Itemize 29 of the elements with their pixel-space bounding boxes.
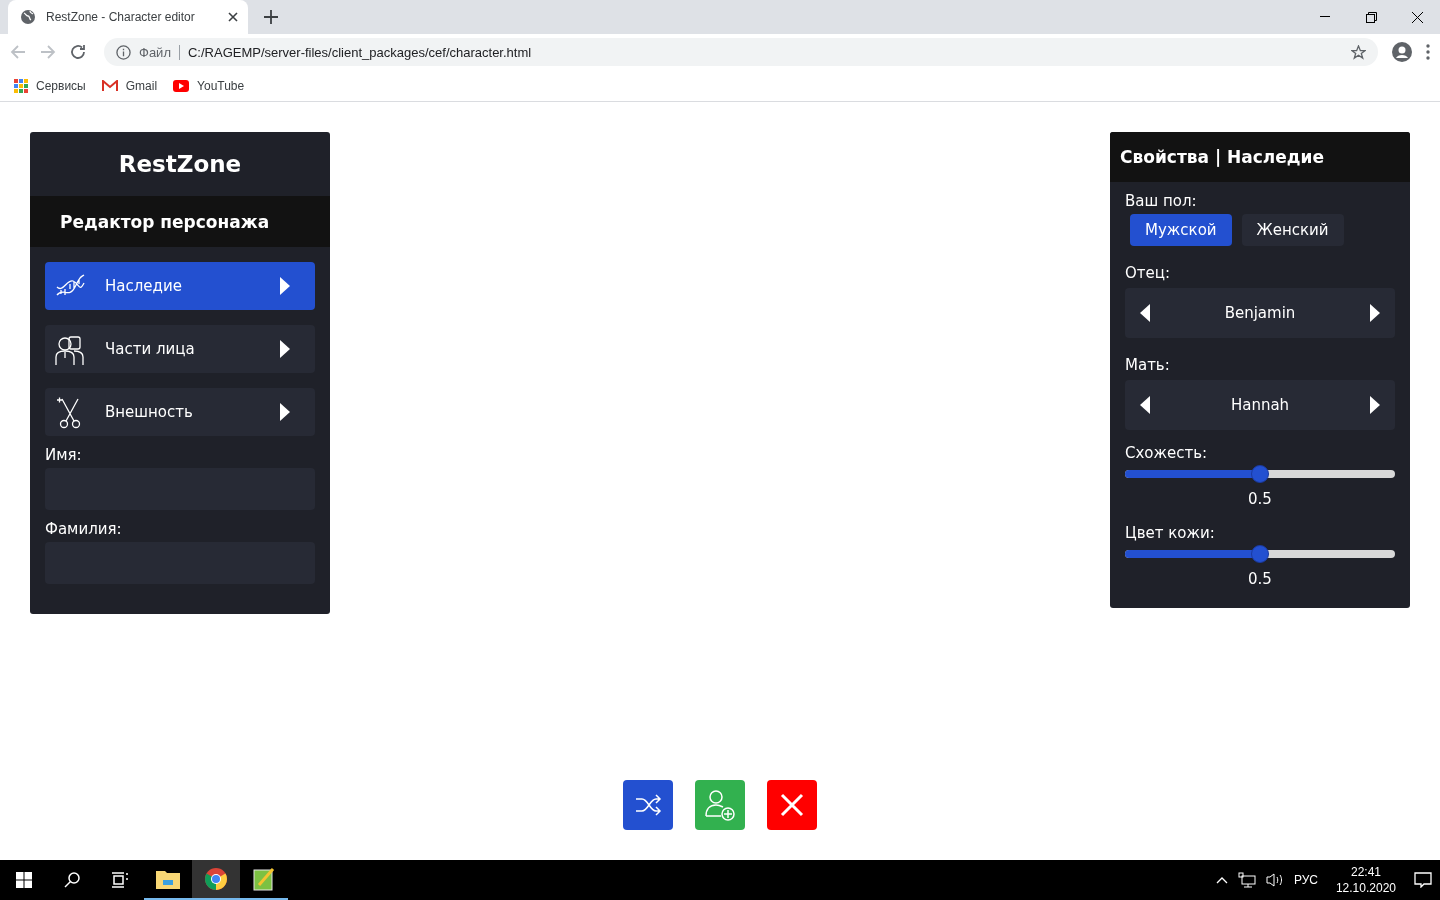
clock[interactable]: 22:41 12.10.2020	[1327, 865, 1404, 895]
selector-label: Отец:	[1125, 264, 1172, 282]
url-text: C:/RAGEMP/server-files/client_packages/cef/character.html	[187, 44, 533, 60]
slider-label: Схожесть:	[1125, 444, 1209, 462]
field-label: Имя:	[44, 445, 83, 466]
file-label: Файл	[139, 44, 180, 60]
editor-subtitle: Редактор персонажа	[30, 196, 330, 247]
tab-title: RestZone - Character editor	[46, 10, 196, 24]
gender-label: Ваш пол:	[1125, 192, 1198, 210]
browser-tab[interactable]: RestZone - Character editor	[8, 0, 248, 34]
menu-button[interactable]: Части лица	[45, 325, 315, 373]
bookmark-link[interactable]: Сервисы	[14, 78, 86, 93]
selector-value: Hannah	[1230, 396, 1290, 414]
menu-button[interactable]: Внешность	[45, 388, 315, 436]
language-indicator[interactable]: РУС	[1293, 873, 1318, 887]
slider-value: 0.5	[1247, 490, 1273, 508]
bookmark-link[interactable]: Gmail	[101, 78, 158, 93]
slider-label: Цвет кожи:	[1125, 524, 1216, 542]
logo-text: RestZone	[117, 150, 243, 179]
field-label: Фамилия:	[44, 519, 123, 540]
properties-title: Свойства | Наследие	[1110, 132, 1410, 182]
selector-value: Benjamin	[1224, 304, 1296, 322]
bookmark-link[interactable]: YouTube	[173, 78, 245, 93]
slider-value: 0.5	[1247, 570, 1273, 588]
gender-button[interactable]: Женский	[1241, 214, 1344, 246]
gender-button[interactable]: Мужской	[1130, 214, 1232, 246]
selector-label: Мать:	[1125, 356, 1171, 374]
menu-button[interactable]: Наследие	[45, 262, 315, 310]
address-bar[interactable]: Файл C:/RAGEMP/server-files/client_packages/cef/character.html	[104, 38, 1378, 66]
